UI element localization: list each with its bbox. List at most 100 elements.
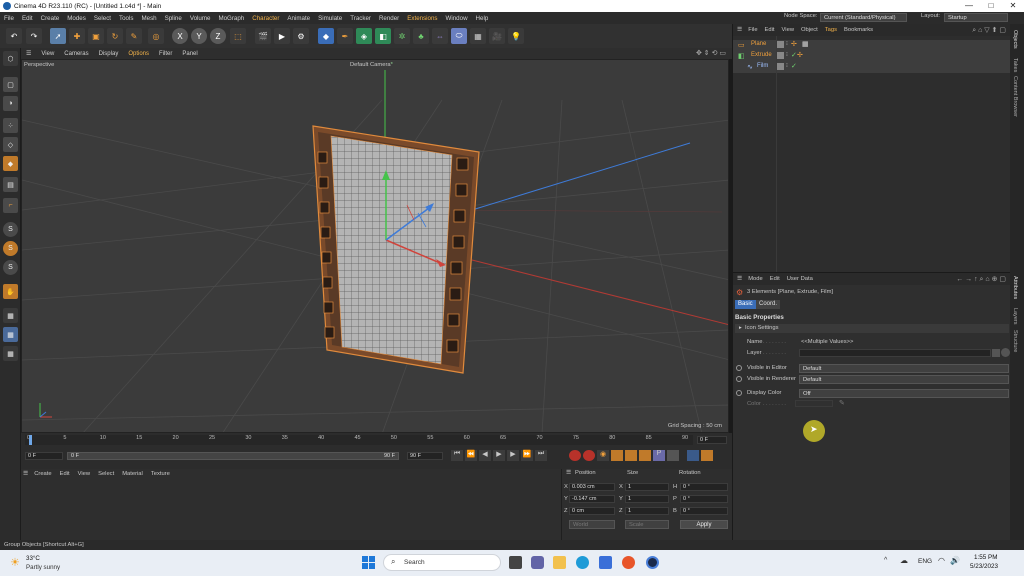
rotation-b-field[interactable]: 0 ° — [680, 507, 728, 515]
material-menu-view[interactable]: View — [78, 471, 90, 477]
live-selection-tool-icon[interactable]: ➚ — [50, 28, 66, 44]
object-row[interactable]: ∿ Film ⁝ ✓ — [733, 62, 1011, 73]
layer-pick-icon[interactable] — [1001, 348, 1010, 357]
size-y-field[interactable]: 1 — [625, 495, 669, 503]
attribute-menu-mode[interactable]: Mode — [748, 276, 763, 282]
prev-key-button[interactable]: ⏪ — [465, 450, 477, 461]
deformer-icon[interactable]: ⇔ — [432, 28, 448, 44]
object-menu-view[interactable]: View — [782, 27, 794, 33]
menu-tools[interactable]: Tools — [115, 15, 137, 22]
next-frame-button[interactable]: ▶ — [507, 450, 519, 461]
key-pla-icon[interactable] — [667, 450, 679, 461]
menu-volume[interactable]: Volume — [186, 15, 215, 22]
layer-icon[interactable] — [777, 63, 784, 70]
maximize-button[interactable]: □ — [980, 0, 1002, 12]
render-view-icon[interactable]: 🎬 — [255, 28, 271, 44]
visible-editor-dropdown[interactable]: Default — [799, 364, 1009, 373]
size-mode-dropdown[interactable]: Scale — [625, 520, 669, 529]
rotation-p-field[interactable]: 0 ° — [680, 495, 728, 503]
current-frame-field[interactable]: 0 F — [697, 436, 727, 444]
goto-start-button[interactable]: ⏮ — [451, 450, 463, 461]
edges-mode-icon[interactable]: ◇ — [3, 137, 18, 152]
mograph-icon[interactable]: ♣ — [413, 28, 429, 44]
start-frame-field[interactable]: 0 F — [25, 452, 63, 460]
volume-icon[interactable]: 🔊 — [950, 556, 960, 565]
viewport-menu-display[interactable]: Display — [94, 51, 124, 57]
undo-button[interactable]: ↶ — [6, 28, 22, 44]
viewport-menu-view[interactable]: View — [36, 51, 59, 57]
menu-render[interactable]: Render — [375, 15, 403, 22]
menu-simulate[interactable]: Simulate — [314, 15, 346, 22]
size-z-field[interactable]: 1 — [625, 507, 669, 515]
layer-icon[interactable] — [777, 52, 784, 59]
tray-app-icon[interactable]: ☁ — [900, 556, 908, 565]
rotation-h-field[interactable]: 0 ° — [680, 483, 728, 491]
snap-icon[interactable]: S — [3, 222, 18, 237]
menu-modes[interactable]: Modes — [63, 15, 90, 22]
snap-settings-icon[interactable]: S — [3, 241, 18, 256]
file-explorer-icon[interactable] — [553, 556, 566, 569]
animate-dot-icon[interactable] — [736, 376, 742, 382]
viewport-menu-options[interactable]: Options — [123, 51, 154, 57]
tab-objects[interactable]: Objects — [1012, 30, 1018, 49]
position-z-field[interactable]: 0 cm — [569, 507, 615, 515]
object-manager-tools-icons[interactable]: ⌕ ⌂ ▽ ⬆ ▢ — [972, 26, 1006, 35]
attribute-menu-icon[interactable]: ☰ — [737, 276, 742, 282]
menu-edit[interactable]: Edit — [18, 15, 37, 22]
menu-spline[interactable]: Spline — [161, 15, 186, 22]
layer-icon[interactable] — [777, 41, 784, 48]
viewport-menu-filter[interactable]: Filter — [154, 51, 177, 57]
tag-icon[interactable]: ✢ — [797, 51, 803, 59]
record-key-icon[interactable] — [569, 450, 581, 461]
menu-create[interactable]: Create — [37, 15, 64, 22]
viewport-camera-label[interactable]: Default Camera* — [350, 62, 393, 68]
end-frame-field[interactable]: 90 F — [407, 452, 443, 460]
object-menu-object[interactable]: Object — [801, 27, 818, 33]
taskbar-search-box[interactable]: ⌕ Search — [383, 554, 501, 571]
uv-mode-icon[interactable]: ▤ — [3, 177, 18, 192]
icon-settings-group[interactable]: ▸ Icon Settings — [735, 324, 1009, 333]
cloner-icon[interactable]: ✲ — [394, 28, 410, 44]
polygons-mode-icon[interactable]: ◆ — [3, 156, 18, 171]
material-menu-icon[interactable]: ☰ — [23, 471, 28, 477]
clock-time[interactable]: 1:55 PM — [974, 554, 997, 561]
teams-icon[interactable] — [531, 556, 544, 569]
object-row[interactable]: ◧ Extrude ⁝ ✓ ✢ — [733, 51, 1011, 62]
coord-mode-dropdown[interactable]: World — [569, 520, 615, 529]
tab-basic[interactable]: Basic — [735, 300, 756, 309]
task-view-icon[interactable] — [509, 556, 522, 569]
material-menu-create[interactable]: Create — [34, 471, 51, 477]
store-icon[interactable] — [599, 556, 612, 569]
playhead[interactable] — [29, 435, 32, 445]
x-axis-lock-icon[interactable]: X — [172, 28, 188, 44]
grid-icon[interactable]: ▦ — [470, 28, 486, 44]
workplane-icon[interactable]: ⌐ — [3, 198, 18, 213]
checker-tag-icon[interactable]: ▦ — [802, 40, 809, 48]
object-row[interactable]: ▭ Plane ⁝ ✢ ▦ — [733, 40, 1011, 51]
menu-tracker[interactable]: Tracker — [346, 15, 375, 22]
timeline-layout-icon[interactable] — [687, 450, 699, 461]
object-name-extrude[interactable]: Extrude — [751, 52, 772, 58]
menu-select[interactable]: Select — [90, 15, 115, 22]
object-menu-edit[interactable]: Edit — [765, 27, 775, 33]
key-rotation-icon[interactable] — [639, 450, 651, 461]
viewport-nav-icons[interactable]: ✥ ⇕ ⟲ ▭ — [696, 49, 726, 57]
render-picture-viewer-icon[interactable]: ▶ — [274, 28, 290, 44]
subdivision-surface-icon[interactable]: ◈ — [356, 28, 372, 44]
weather-desc[interactable]: Partly sunny — [26, 564, 60, 571]
object-menu-bookmarks[interactable]: Bookmarks — [844, 27, 873, 33]
object-menu-file[interactable]: File — [748, 27, 757, 33]
material-menu-edit[interactable]: Edit — [60, 471, 70, 477]
object-name-plane[interactable]: Plane — [751, 41, 766, 47]
tag-icon[interactable]: ✢ — [791, 40, 797, 48]
wifi-icon[interactable]: ◠ — [938, 556, 945, 565]
windows-start-icon[interactable] — [362, 556, 375, 569]
menu-help[interactable]: Help — [472, 15, 493, 22]
display-color-dropdown[interactable]: Off — [799, 389, 1009, 398]
node-space-dropdown[interactable]: Current (Standard/Physical) — [820, 13, 907, 22]
layer-menu-icon[interactable] — [992, 349, 1000, 357]
language-indicator[interactable]: ENG — [918, 558, 932, 565]
tab-coord[interactable]: Coord. — [756, 300, 781, 309]
attribute-menu-user-data[interactable]: User Data — [787, 276, 813, 282]
goto-end-button[interactable]: ⏭ — [535, 450, 547, 461]
